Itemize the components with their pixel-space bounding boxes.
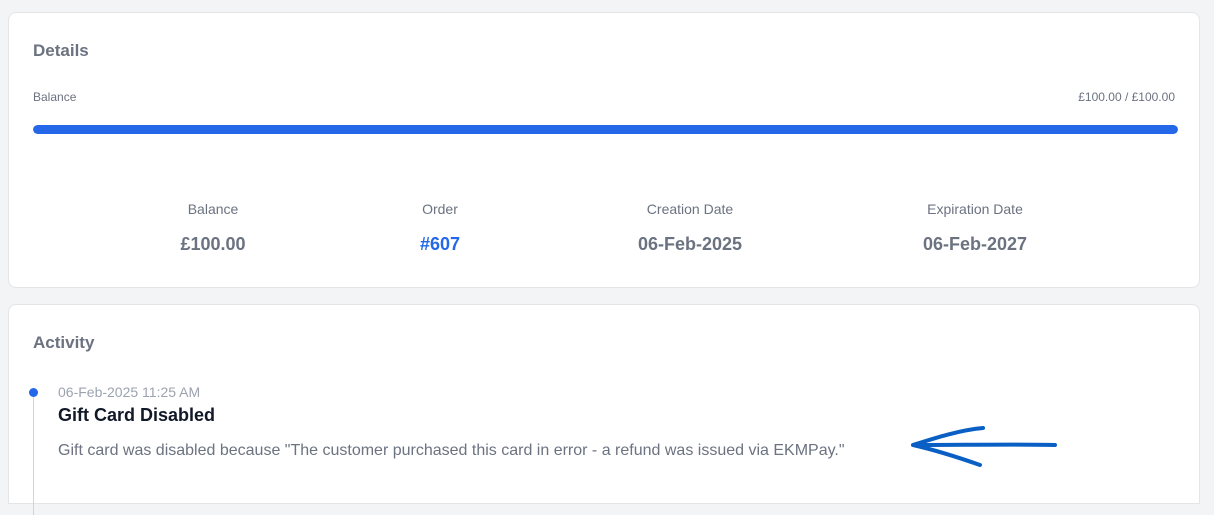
balance-progress-fill (33, 125, 1178, 134)
activity-timestamp: 06-Feb-2025 11:25 AM (58, 384, 201, 400)
stat-expiration-date-label: Expiration Date (927, 201, 1023, 217)
stat-balance-label: Balance (187, 201, 239, 217)
balance-label: Balance (33, 90, 77, 104)
timeline-dot-icon (29, 388, 38, 397)
balance-amount: £100.00 / £100.00 (1078, 90, 1175, 104)
activity-event-description: Gift card was disabled because "The cust… (58, 442, 845, 459)
balance-progress-bar (33, 125, 1178, 134)
stat-balance: Balance £100.00 (103, 201, 323, 255)
arrow-annotation-icon (911, 426, 1057, 467)
timeline-line (33, 395, 34, 515)
stat-creation-date-value: 06-Feb-2025 (637, 234, 743, 254)
details-card: Details Balance £100.00 / £100.00 Balanc… (8, 12, 1200, 288)
stat-creation-date-label: Creation Date (646, 201, 734, 217)
details-title: Details (33, 41, 89, 60)
activity-card: Activity 06-Feb-2025 11:25 AM Gift Card … (8, 304, 1200, 515)
stat-order-label: Order (422, 201, 458, 217)
stat-expiration-date: Expiration Date 06-Feb-2027 (865, 201, 1085, 255)
stat-balance-value: £100.00 (180, 234, 246, 254)
activity-event-title: Gift Card Disabled (58, 405, 216, 425)
activity-title: Activity (33, 333, 95, 352)
stat-expiration-date-value: 06-Feb-2027 (922, 234, 1028, 254)
order-link[interactable]: #607 (330, 234, 550, 255)
stat-order: Order #607 (330, 201, 550, 255)
stat-creation-date: Creation Date 06-Feb-2025 (580, 201, 800, 255)
